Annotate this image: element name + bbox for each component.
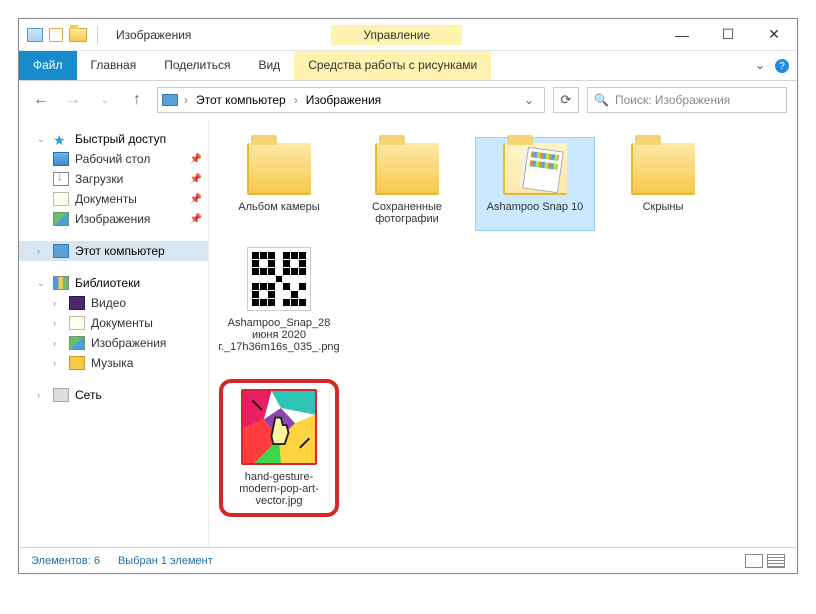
search-input[interactable]: 🔍 Поиск: Изображения bbox=[587, 87, 787, 113]
help-icon[interactable]: ? bbox=[775, 59, 789, 73]
titlebar: Изображения Управление — ☐ ✕ bbox=[19, 19, 797, 51]
downloads-icon bbox=[53, 172, 69, 186]
sidebar-item-documents-lib[interactable]: › Документы bbox=[19, 313, 208, 333]
close-button[interactable]: ✕ bbox=[751, 19, 797, 51]
sidebar-item-this-pc[interactable]: › Этот компьютер bbox=[19, 241, 208, 261]
view-tab[interactable]: Вид bbox=[244, 51, 294, 80]
sidebar-network[interactable]: › Сеть bbox=[19, 385, 208, 405]
status-item-count: Элементов: 6 bbox=[31, 555, 100, 567]
pc-icon bbox=[162, 94, 178, 106]
pictures-icon bbox=[53, 212, 69, 226]
ribbon-collapse-icon[interactable]: ⌄ bbox=[745, 51, 775, 80]
forward-button[interactable]: → bbox=[61, 88, 85, 112]
sidebar-item-desktop[interactable]: Рабочий стол📌 bbox=[19, 149, 208, 169]
folder-screenshots[interactable]: Скрыны bbox=[603, 137, 723, 231]
breadcrumb-root[interactable]: Этот компьютер bbox=[190, 91, 292, 109]
file-ashampoo-png[interactable]: Ashampoo_Snap_28 июня 2020 г._17h36m16s_… bbox=[219, 241, 339, 359]
share-tab[interactable]: Поделиться bbox=[150, 51, 244, 80]
address-dropdown-icon[interactable]: ⌄ bbox=[518, 93, 540, 107]
quick-access-toolbar bbox=[19, 26, 110, 44]
sidebar-quick-access[interactable]: ⌄★ Быстрый доступ bbox=[19, 129, 208, 149]
new-folder-icon[interactable] bbox=[49, 28, 63, 42]
pin-icon: 📌 bbox=[190, 154, 202, 165]
documents-icon bbox=[53, 192, 69, 206]
documents-icon bbox=[69, 316, 85, 330]
folder-icon bbox=[503, 143, 567, 195]
maximize-button[interactable]: ☐ bbox=[705, 19, 751, 51]
folder-icon bbox=[631, 143, 695, 195]
sidebar-item-pictures-lib[interactable]: › Изображения bbox=[19, 333, 208, 353]
pin-icon: 📌 bbox=[190, 214, 202, 225]
folder-icon[interactable] bbox=[69, 28, 87, 42]
search-icon: 🔍 bbox=[594, 93, 609, 107]
up-button[interactable]: ↑ bbox=[125, 88, 149, 112]
pc-icon bbox=[53, 244, 69, 258]
explorer-window: Изображения Управление — ☐ ✕ Файл Главна… bbox=[18, 18, 798, 574]
qr-code-thumbnail bbox=[247, 247, 311, 311]
folder-saved-pictures[interactable]: Сохраненные фотографии bbox=[347, 137, 467, 231]
breadcrumb-folder[interactable]: Изображения bbox=[300, 91, 387, 109]
pin-icon: 📌 bbox=[190, 194, 202, 205]
icons-view-button[interactable] bbox=[767, 554, 785, 568]
view-switcher bbox=[745, 554, 785, 568]
libraries-icon bbox=[53, 276, 69, 290]
status-bar: Элементов: 6 Выбран 1 элемент bbox=[19, 547, 797, 573]
file-tab[interactable]: Файл bbox=[19, 51, 77, 80]
chevron-right-icon[interactable]: › bbox=[294, 93, 298, 107]
body: ⌄★ Быстрый доступ Рабочий стол📌 Загрузки… bbox=[19, 119, 797, 547]
file-list[interactable]: Альбом камеры Сохраненные фотографии Ash… bbox=[209, 119, 797, 547]
picture-tools-tab[interactable]: Средства работы с рисунками bbox=[294, 51, 491, 80]
video-icon bbox=[69, 296, 85, 310]
window-title: Изображения bbox=[110, 28, 191, 42]
network-icon bbox=[53, 388, 69, 402]
address-bar[interactable]: › Этот компьютер › Изображения ⌄ bbox=[157, 87, 545, 113]
sidebar-item-pictures[interactable]: Изображения📌 bbox=[19, 209, 208, 229]
sidebar-item-video[interactable]: › Видео bbox=[19, 293, 208, 313]
navigation-bar: ← → ⌄ ↑ › Этот компьютер › Изображения ⌄… bbox=[19, 81, 797, 119]
pop-art-thumbnail bbox=[241, 389, 317, 465]
pictures-icon bbox=[69, 336, 85, 350]
chevron-right-icon[interactable]: › bbox=[184, 93, 188, 107]
folder-camera-roll[interactable]: Альбом камеры bbox=[219, 137, 339, 231]
pin-icon: 📌 bbox=[190, 174, 202, 185]
navigation-pane: ⌄★ Быстрый доступ Рабочий стол📌 Загрузки… bbox=[19, 119, 209, 547]
window-controls: — ☐ ✕ bbox=[659, 19, 797, 51]
sidebar-item-documents[interactable]: Документы📌 bbox=[19, 189, 208, 209]
divider bbox=[97, 26, 98, 44]
context-tab-label: Управление bbox=[331, 25, 462, 45]
sidebar-item-music[interactable]: › Музыка bbox=[19, 353, 208, 373]
file-hand-gesture[interactable]: hand-gesture-modern-pop-art-vector.jpg bbox=[219, 379, 339, 517]
minimize-button[interactable]: — bbox=[659, 19, 705, 51]
status-selected: Выбран 1 элемент bbox=[118, 555, 213, 567]
details-view-button[interactable] bbox=[745, 554, 763, 568]
recent-dropdown-icon[interactable]: ⌄ bbox=[93, 88, 117, 112]
folder-icon bbox=[247, 143, 311, 195]
music-icon bbox=[69, 356, 85, 370]
back-button[interactable]: ← bbox=[29, 88, 53, 112]
search-placeholder: Поиск: Изображения bbox=[615, 93, 730, 107]
properties-icon[interactable] bbox=[27, 28, 43, 42]
home-tab[interactable]: Главная bbox=[77, 51, 151, 80]
sidebar-libraries[interactable]: ⌄ Библиотеки bbox=[19, 273, 208, 293]
ribbon-tabs: Файл Главная Поделиться Вид Средства раб… bbox=[19, 51, 797, 81]
folder-icon bbox=[375, 143, 439, 195]
desktop-icon bbox=[53, 152, 69, 166]
refresh-button[interactable]: ⟳ bbox=[553, 87, 579, 113]
folder-ashampoo-snap[interactable]: Ashampoo Snap 10 bbox=[475, 137, 595, 231]
sidebar-item-downloads[interactable]: Загрузки📌 bbox=[19, 169, 208, 189]
